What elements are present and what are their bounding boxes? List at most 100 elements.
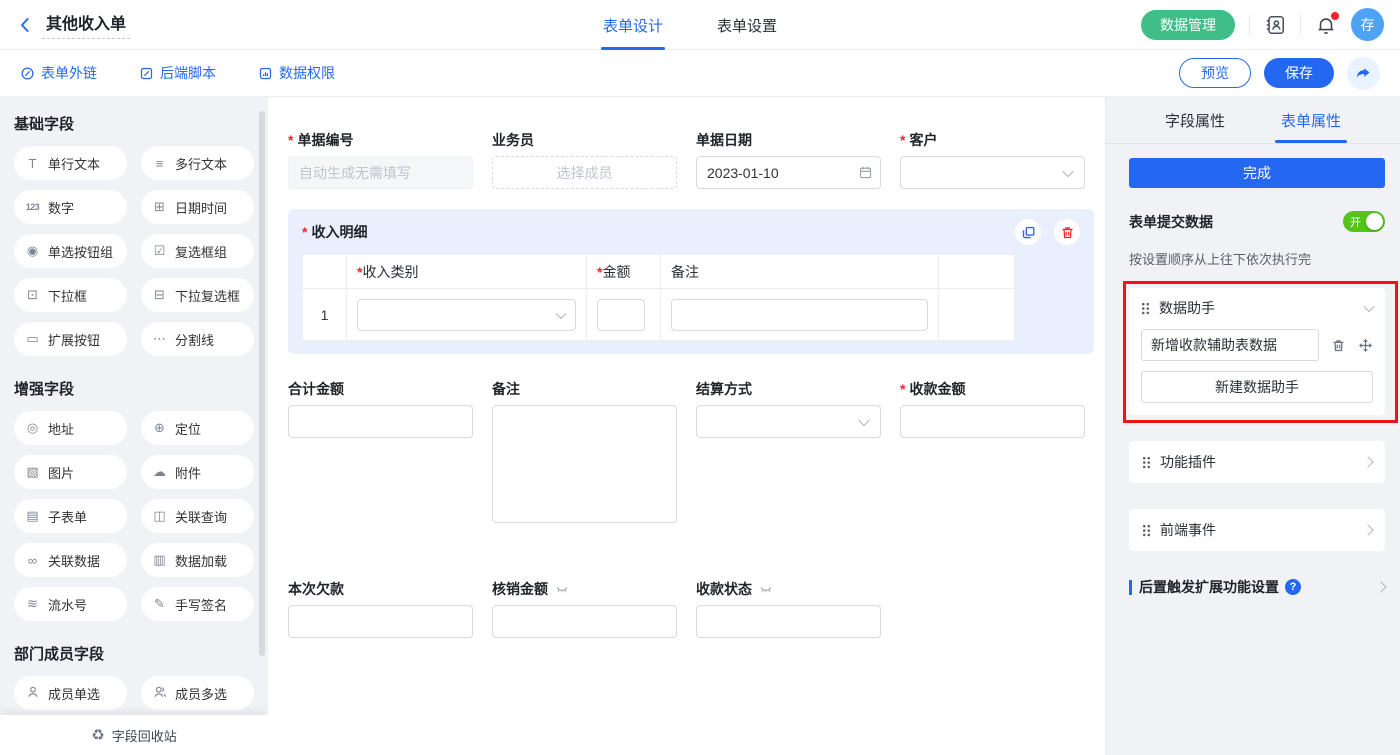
sidebar-item-member-multi[interactable]: 成员多选 [141, 676, 254, 710]
avatar[interactable]: 存 [1351, 8, 1384, 41]
income-detail-subform[interactable]: *收入明细 *收入类别 *金额 备注 1 [288, 209, 1094, 354]
delete-subform-button[interactable] [1054, 219, 1080, 245]
sidebar-item-serial-number[interactable]: ≋流水号 [14, 587, 127, 621]
sidebar-item-select[interactable]: ⊡下拉框 [14, 278, 127, 312]
sidebar-item-divider[interactable]: ⋯分割线 [141, 322, 254, 356]
field-writeoff-amount[interactable]: 核销金额 [492, 580, 677, 638]
external-link-action[interactable]: 表单外链 [20, 63, 97, 83]
sidebar-item-location[interactable]: ⊕定位 [141, 411, 254, 445]
field-receipt-status[interactable]: 收款状态 [696, 580, 881, 638]
form-designer-app: { "ui": { "required_marker": "*", "help_… [0, 0, 1400, 755]
form-row-2: 合计金额 备注 结算方式 *收款金额 [288, 380, 1089, 526]
move-assistant-button[interactable] [1358, 338, 1373, 353]
remark-textarea[interactable] [492, 405, 677, 523]
sidebar-item-checkbox-group[interactable]: ☑复选框组 [141, 234, 254, 268]
help-icon[interactable]: ? [1285, 579, 1301, 595]
drag-handle-icon[interactable] [1142, 456, 1151, 469]
sidebar-item-signature[interactable]: ✎手写签名 [141, 587, 254, 621]
new-assistant-button[interactable]: 新建数据助手 [1141, 371, 1373, 403]
sidebar-item-subform[interactable]: ▤子表单 [14, 499, 127, 533]
submit-data-toggle[interactable]: 开 [1343, 211, 1385, 232]
doc-no-input[interactable] [288, 156, 473, 189]
receipt-status-input[interactable] [696, 605, 881, 638]
backend-script-action[interactable]: 后端脚本 [139, 63, 216, 83]
permission-icon [258, 66, 273, 81]
done-button[interactable]: 完成 [1129, 158, 1385, 188]
field-doc-no[interactable]: *单据编号 [288, 131, 473, 189]
section-title-enhanced-fields: 增强字段 [14, 378, 254, 399]
share-button[interactable] [1347, 57, 1380, 90]
data-permission-action[interactable]: 数据权限 [258, 63, 335, 83]
properties-panel: 字段属性 表单属性 完成 表单提交数据 开 按设置顺序从上往下依次执行完 数据助… [1105, 97, 1400, 755]
copy-subform-button[interactable] [1015, 219, 1041, 245]
receipt-amount-input[interactable] [900, 405, 1085, 438]
sidebar-item-attachment[interactable]: ☁附件 [141, 455, 254, 489]
field-recycle-bin[interactable]: ♻ 字段回收站 [0, 715, 268, 755]
sidebar-item-datetime[interactable]: ⊞日期时间 [141, 190, 254, 224]
tab-form-properties[interactable]: 表单属性 [1281, 110, 1341, 131]
field-current-debt[interactable]: 本次欠款 [288, 580, 473, 638]
sidebar-item-extend-button[interactable]: ▭扩展按钮 [14, 322, 127, 356]
sidebar-item-address[interactable]: ◎地址 [14, 411, 127, 445]
notification-bell-icon[interactable] [1315, 14, 1337, 36]
image-icon: ▧ [24, 464, 41, 480]
income-category-select[interactable] [357, 299, 576, 331]
required-marker: * [900, 131, 905, 149]
field-salesman[interactable]: 业务员 [492, 131, 677, 189]
frontend-events-card[interactable]: 前端事件 [1129, 509, 1385, 551]
post-trigger-settings[interactable]: 后置触发扩展功能设置 ? [1129, 577, 1385, 597]
writeoff-amount-input[interactable] [492, 605, 677, 638]
back-button[interactable] [16, 16, 34, 34]
sidebar-item-image[interactable]: ▧图片 [14, 455, 127, 489]
sidebar-item-text-multi[interactable]: ≡多行文本 [141, 146, 254, 180]
tab-form-settings[interactable]: 表单设置 [715, 1, 779, 50]
move-icon [1358, 338, 1373, 353]
settle-method-select[interactable] [696, 405, 881, 438]
sidebar-item-member-single[interactable]: 成员单选 [14, 676, 127, 710]
assistant-item-row: 新增收款辅助表数据 [1141, 329, 1373, 361]
drag-handle-icon[interactable] [1142, 524, 1151, 537]
row-remark-input[interactable] [671, 299, 928, 331]
linked-data-icon: ∞ [24, 553, 41, 568]
enhanced-fields-grid: ◎地址 ⊕定位 ▧图片 ☁附件 ▤子表单 ◫关联查询 ∞关联数据 ▥数据加载 ≋… [14, 411, 254, 621]
address-book-icon[interactable] [1264, 14, 1286, 36]
doc-date-input[interactable] [696, 156, 881, 189]
field-doc-date[interactable]: 单据日期 [696, 131, 881, 189]
sidebar-item-multi-select[interactable]: ⊟下拉复选框 [141, 278, 254, 312]
page-title[interactable]: 其他收入单 [42, 10, 130, 39]
chevron-right-icon [1375, 581, 1386, 592]
delete-assistant-button[interactable] [1331, 338, 1346, 353]
save-button[interactable]: 保存 [1264, 58, 1334, 88]
current-debt-input[interactable] [288, 605, 473, 638]
sidebar-item-linked-query[interactable]: ◫关联查询 [141, 499, 254, 533]
preview-button[interactable]: 预览 [1179, 58, 1251, 88]
sidebar-item-number[interactable]: 123数字 [14, 190, 127, 224]
drag-handle-icon[interactable] [1141, 302, 1150, 315]
field-settle-method[interactable]: 结算方式 [696, 380, 881, 526]
tab-form-design[interactable]: 表单设计 [601, 1, 665, 50]
field-receipt-amount[interactable]: *收款金额 [900, 380, 1085, 526]
amount-input[interactable] [597, 299, 645, 331]
select-icon: ⊡ [24, 287, 41, 303]
data-assistant-header[interactable]: 数据助手 [1141, 298, 1373, 318]
sidebar-scrollbar[interactable] [259, 111, 265, 656]
signature-icon: ✎ [151, 596, 168, 612]
sidebar-item-data-load[interactable]: ▥数据加载 [141, 543, 254, 577]
form-row-3: 本次欠款 核销金额 收款状态 [288, 580, 1089, 638]
data-manage-button[interactable]: 数据管理 [1141, 10, 1235, 40]
sidebar-item-radio-group[interactable]: ◉单选按钮组 [14, 234, 127, 268]
field-remark[interactable]: 备注 [492, 380, 677, 526]
field-total-amount[interactable]: 合计金额 [288, 380, 473, 526]
assistant-item[interactable]: 新增收款辅助表数据 [1141, 329, 1319, 361]
detail-data-row: 1 [303, 289, 1015, 341]
tab-field-properties[interactable]: 字段属性 [1165, 110, 1225, 131]
plugins-card[interactable]: 功能插件 [1129, 441, 1385, 483]
salesman-input[interactable] [492, 156, 677, 189]
customer-select[interactable] [900, 156, 1085, 189]
row-index: 1 [303, 289, 347, 341]
section-accent-bar [1129, 580, 1132, 595]
sidebar-item-text-single[interactable]: T单行文本 [14, 146, 127, 180]
total-amount-input[interactable] [288, 405, 473, 438]
sidebar-item-linked-data[interactable]: ∞关联数据 [14, 543, 127, 577]
field-customer[interactable]: *客户 [900, 131, 1085, 189]
